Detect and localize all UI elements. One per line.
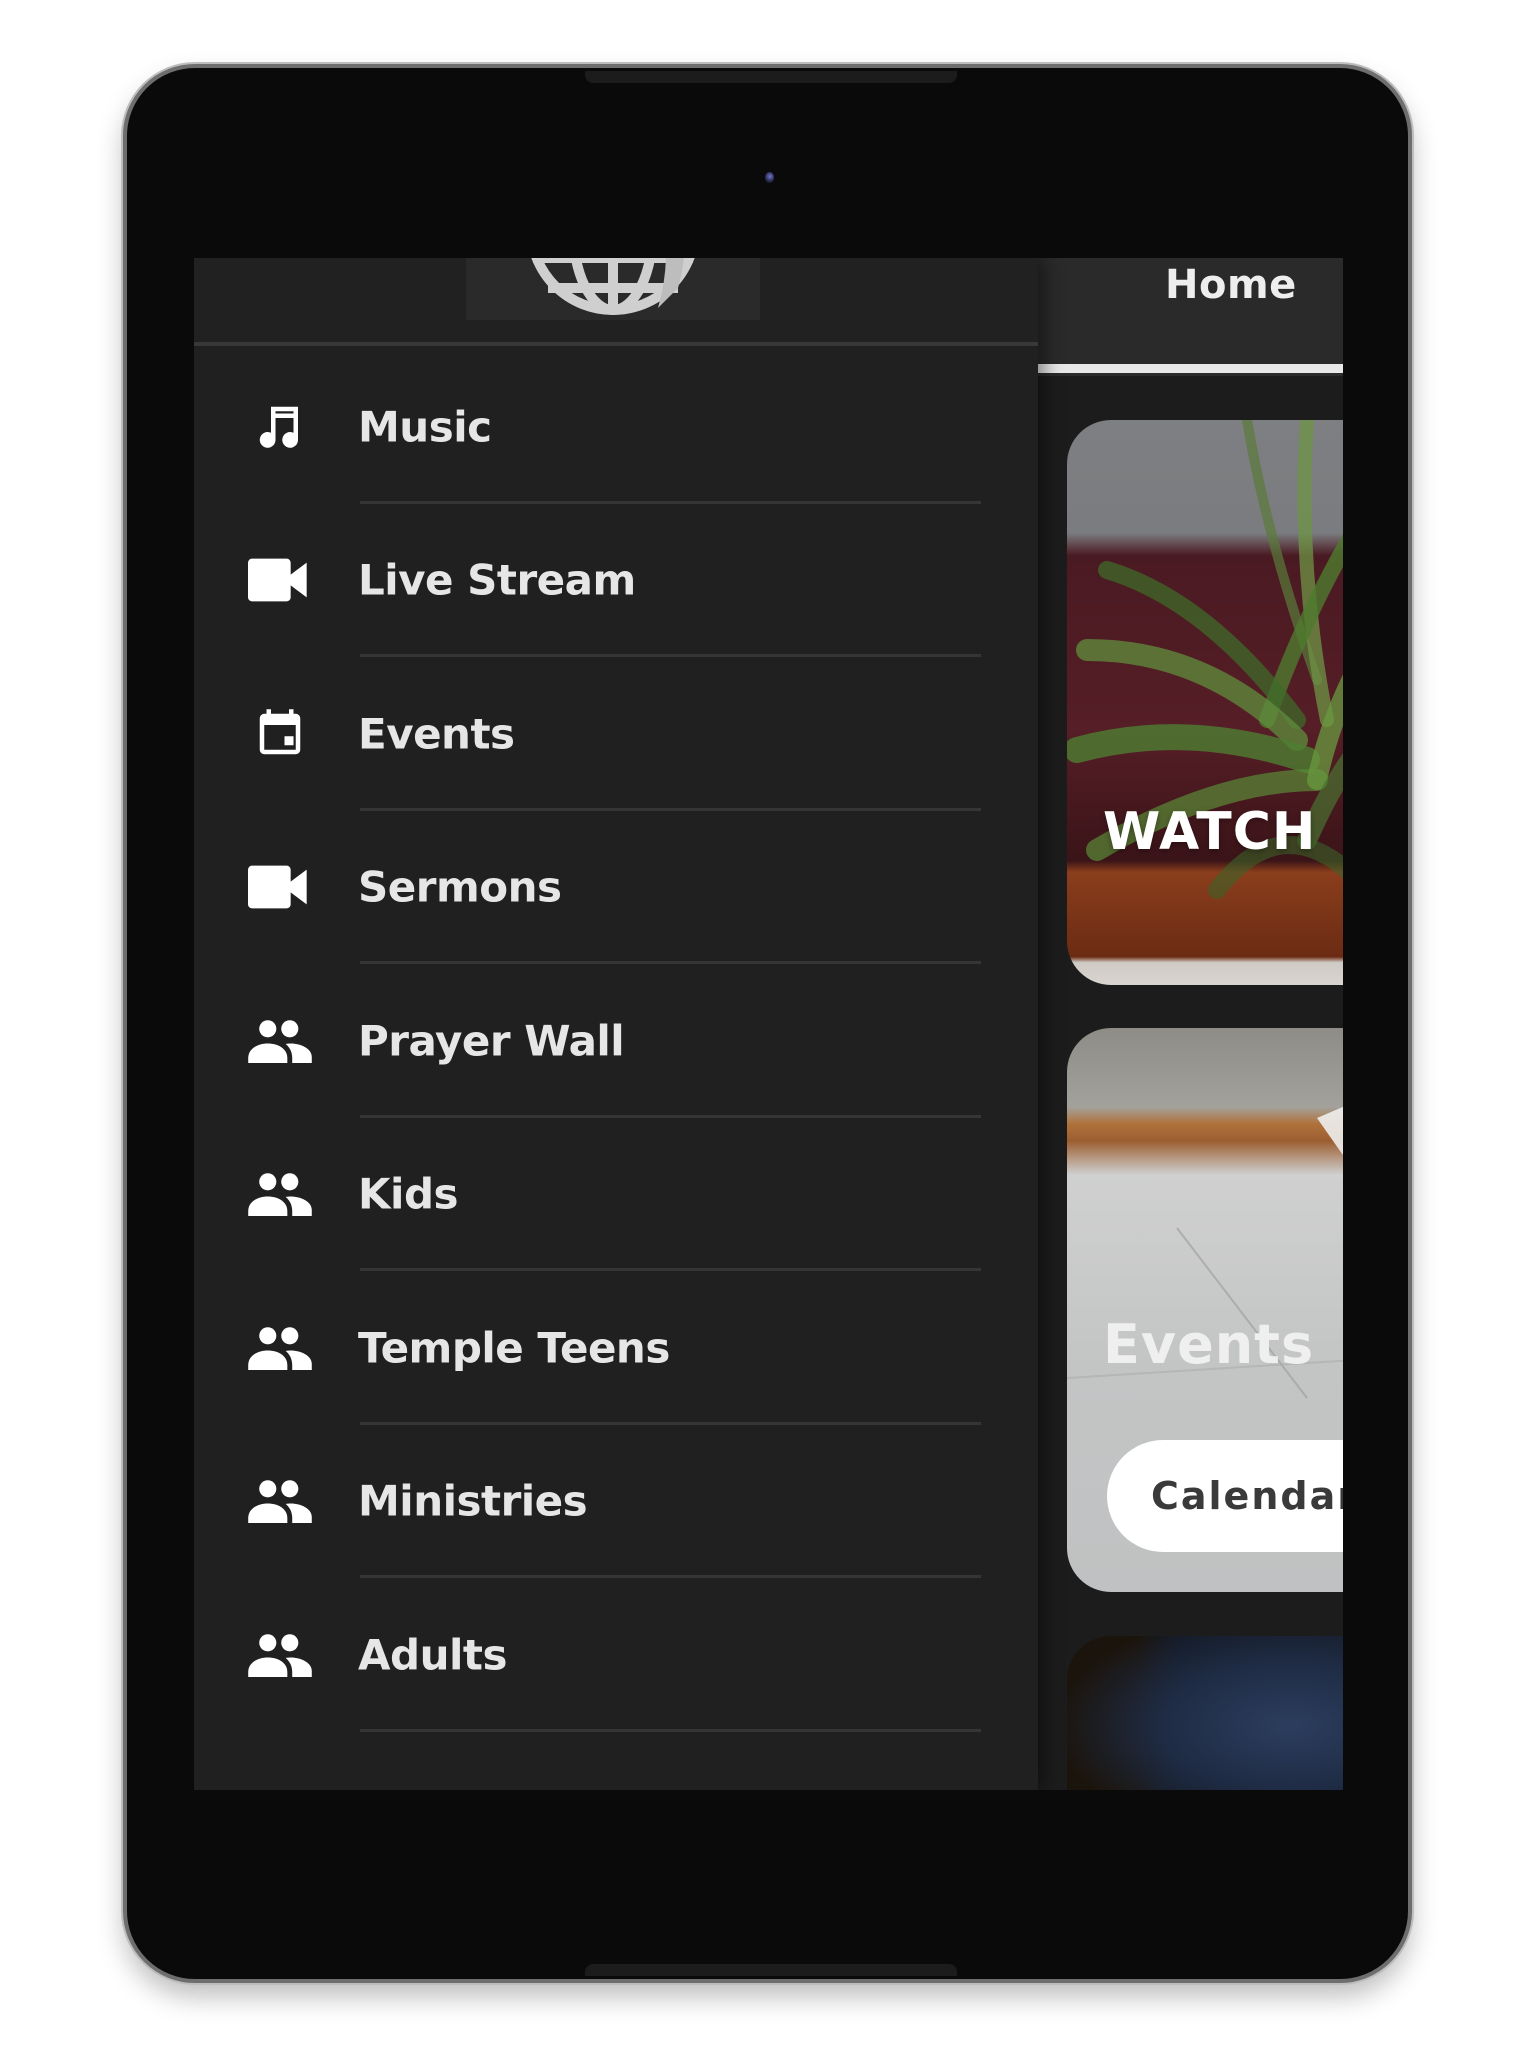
bezel-notch-bottom <box>585 1964 957 1976</box>
menu-item-label: Kids <box>358 1169 459 1219</box>
videocam-icon <box>248 552 312 608</box>
menu-item-label: Sermons <box>358 862 562 912</box>
music-note-icon <box>248 399 312 455</box>
menu-item-adults[interactable]: Adults <box>194 1578 1038 1732</box>
menu-item-label: Ministries <box>358 1476 588 1526</box>
calendar-button[interactable]: Calendar <box>1107 1440 1343 1552</box>
menu-item-kids[interactable]: Kids <box>194 1118 1038 1271</box>
menu-item-label: Events <box>358 709 515 759</box>
tab-bar: Home <box>1038 258 1343 376</box>
people-icon <box>248 1627 312 1683</box>
events-card[interactable]: Events Calendar <box>1067 1028 1343 1592</box>
menu-item-label: Music <box>358 402 492 452</box>
menu-item-music[interactable]: Music <box>194 350 1038 504</box>
globe-logo-icon <box>531 258 695 315</box>
people-icon <box>248 1013 312 1069</box>
people-icon <box>248 1320 312 1376</box>
tab-home-label: Home <box>1165 262 1297 308</box>
media-card[interactable] <box>1067 1636 1343 1790</box>
menu-divider <box>360 1728 981 1732</box>
menu-item-label: Prayer Wall <box>358 1016 625 1066</box>
menu-item-label: Adults <box>358 1630 507 1680</box>
calendar-button-label: Calendar <box>1151 1474 1343 1518</box>
menu-item-ministries[interactable]: Ministries <box>194 1425 1038 1578</box>
navigation-drawer: Music Live Stream Events Sermons Prayer … <box>194 258 1038 1790</box>
watch-card[interactable]: WATCH <box>1067 420 1343 985</box>
church-logo[interactable] <box>466 258 760 320</box>
watch-card-title: WATCH <box>1103 802 1317 862</box>
drawer-menu: Music Live Stream Events Sermons Prayer … <box>194 350 1038 1732</box>
drawer-header <box>194 258 1038 346</box>
bezel-notch-top <box>585 71 957 83</box>
menu-item-label: Live Stream <box>358 555 636 605</box>
menu-item-events[interactable]: Events <box>194 657 1038 811</box>
active-tab-indicator <box>1038 364 1343 373</box>
front-camera <box>765 172 774 183</box>
watch-card-image <box>1067 420 1343 899</box>
people-icon <box>248 1166 312 1222</box>
events-card-title: Events <box>1103 1313 1315 1376</box>
menu-item-prayer-wall[interactable]: Prayer Wall <box>194 964 1038 1118</box>
tab-home[interactable]: Home <box>1038 258 1343 376</box>
menu-item-label: Temple Teens <box>358 1323 670 1373</box>
main-content: Home WATCH Events Calendar <box>1038 258 1343 1790</box>
people-icon <box>248 1473 312 1529</box>
calendar-event-icon <box>248 706 312 762</box>
menu-item-temple-teens[interactable]: Temple Teens <box>194 1271 1038 1425</box>
menu-item-sermons[interactable]: Sermons <box>194 811 1038 964</box>
videocam-icon <box>248 859 312 915</box>
menu-item-live-stream[interactable]: Live Stream <box>194 504 1038 657</box>
app-screen: Home WATCH Events Calendar Music Live St… <box>194 258 1343 1790</box>
